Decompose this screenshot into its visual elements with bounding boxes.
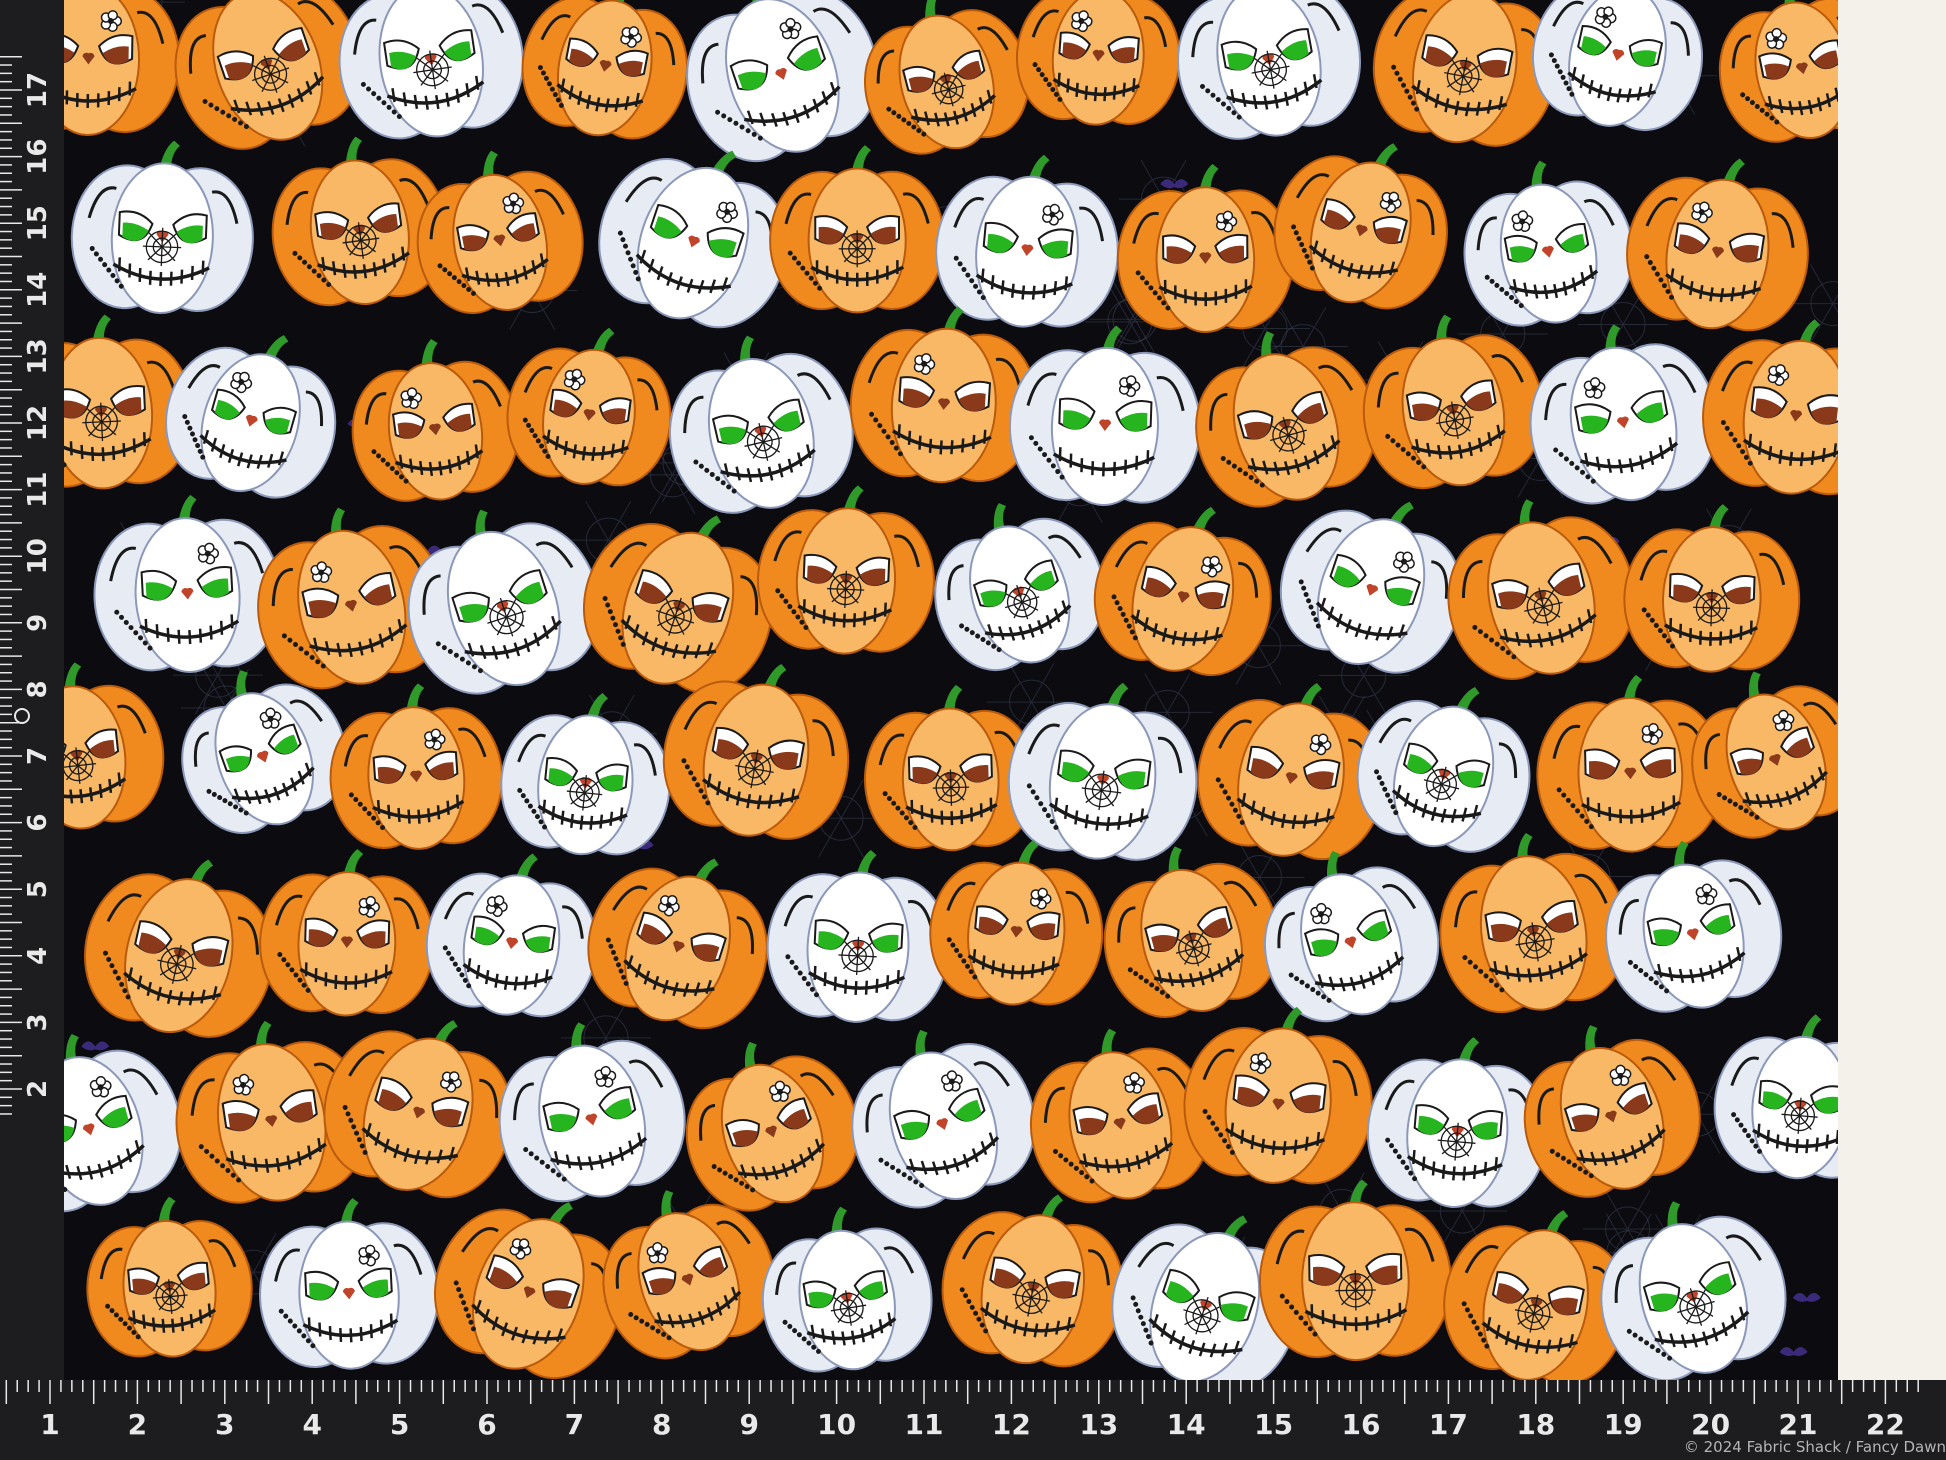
ruler-left-label: 5 bbox=[23, 880, 53, 898]
ruler-left-label: 16 bbox=[23, 139, 53, 175]
ruler-left-label: 9 bbox=[23, 614, 53, 632]
ruler-bottom-label: 7 bbox=[565, 1408, 584, 1441]
ruler-bottom-label: 3 bbox=[215, 1408, 234, 1441]
ruler-bottom-label: 12 bbox=[992, 1408, 1031, 1441]
ruler-bottom-label: 18 bbox=[1516, 1408, 1555, 1441]
ruler-bottom-label: 15 bbox=[1254, 1408, 1293, 1441]
ruler-bottom-label: 19 bbox=[1604, 1408, 1643, 1441]
ruler-bottom-label: 4 bbox=[302, 1408, 321, 1441]
ruler-bottom-label: 16 bbox=[1342, 1408, 1381, 1441]
ruler-bottom-label: 6 bbox=[477, 1408, 496, 1441]
orange-pumpkin bbox=[1015, 0, 1181, 126]
ruler-left-label: 17 bbox=[23, 72, 53, 108]
ruler-left: 17 16 15 14 13 12 11 10 9 8 7 6 5 4 3 2 bbox=[0, 0, 64, 1460]
fabric-photo: 17 16 15 14 13 12 11 10 9 8 7 6 5 4 3 2 1 2 3 4 5 6 7 8 9 10 11 12… bbox=[0, 0, 1946, 1460]
ruler-left-label: 3 bbox=[23, 1013, 53, 1031]
fabric-canvas: 171615141312111098765432 1 2 3 4 5 6 7 8 9 10 11 12… bbox=[0, 0, 1946, 1460]
ruler-bottom-label: 1 bbox=[40, 1408, 59, 1441]
ruler-left-label: 4 bbox=[23, 947, 53, 965]
ruler-bottom-label: 21 bbox=[1779, 1408, 1818, 1441]
ruler-left-label: 7 bbox=[23, 747, 53, 765]
ruler-bottom-label: 2 bbox=[128, 1408, 147, 1441]
ruler-left-label: 15 bbox=[23, 205, 53, 241]
ruler-bottom-label: 17 bbox=[1429, 1408, 1468, 1441]
fabric-selvage bbox=[1838, 0, 1946, 1380]
ruler-left-label: 11 bbox=[23, 472, 53, 508]
ruler-left-label: 14 bbox=[23, 272, 53, 308]
ruler-bottom: 1 2 3 4 5 6 7 8 9 10 11 12 13 14 15 16 17 18 19 20 21 22 bbox=[0, 1380, 1946, 1460]
ruler-bottom-label: 22 bbox=[1866, 1408, 1905, 1441]
ruler-left-label: 2 bbox=[23, 1080, 53, 1098]
ruler-bottom-label: 13 bbox=[1079, 1408, 1118, 1441]
ruler-bottom-label: 8 bbox=[652, 1408, 671, 1441]
watermark-text: © 2024 Fabric Shack / Fancy Dawn bbox=[1684, 1438, 1946, 1456]
ruler-bottom-label: 9 bbox=[739, 1408, 758, 1441]
ruler-left-label: 12 bbox=[23, 405, 53, 441]
ruler-bottom-label: 14 bbox=[1167, 1408, 1206, 1441]
ruler-left-label: 8 bbox=[23, 680, 53, 698]
ruler-left-label: 10 bbox=[23, 538, 53, 574]
ruler-left-label: 6 bbox=[23, 814, 53, 832]
ruler-bottom-label: 5 bbox=[390, 1408, 409, 1441]
ruler-bottom-label: 10 bbox=[817, 1408, 856, 1441]
ruler-left-label: 13 bbox=[23, 338, 53, 374]
ruler-bottom-label: 11 bbox=[905, 1408, 944, 1441]
ruler-bottom-label: 20 bbox=[1691, 1408, 1730, 1441]
